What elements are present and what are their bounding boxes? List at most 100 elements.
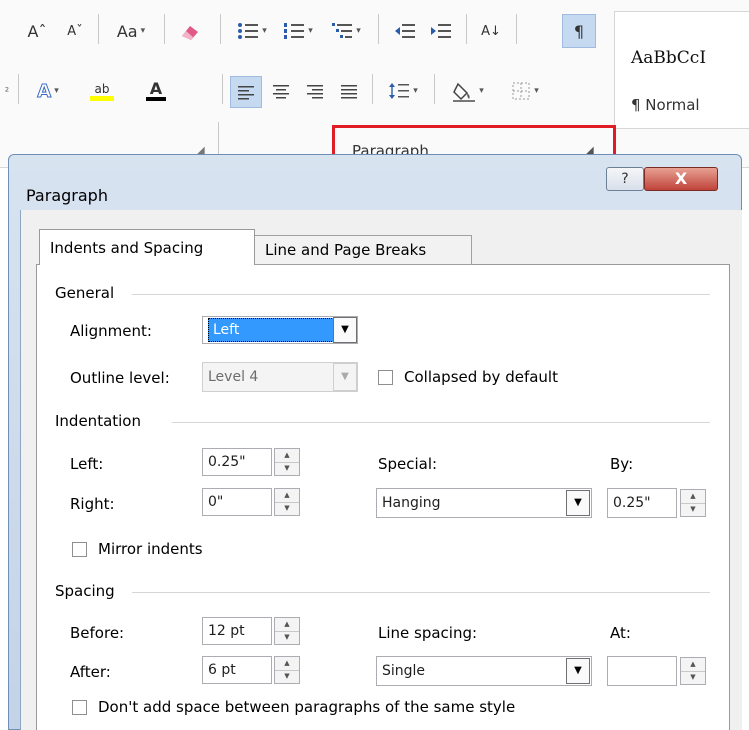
shrink-font-button[interactable]: Aˇ	[60, 16, 90, 46]
shading-button[interactable]: ▾	[442, 76, 494, 106]
chevron-down-icon[interactable]: ▼	[566, 490, 590, 516]
multilevel-list-icon	[332, 23, 353, 38]
increase-indent-button[interactable]	[424, 16, 458, 46]
spin-up-icon[interactable]: ▲	[275, 489, 299, 503]
numbering-icon	[284, 23, 305, 39]
spacing-after-label: After:	[70, 663, 111, 681]
chevron-down-icon[interactable]: ▼	[333, 317, 357, 343]
section-divider	[132, 294, 710, 295]
left-indent-value: 0.25"	[208, 454, 246, 470]
align-left-button[interactable]	[230, 76, 262, 108]
paint-bucket-icon	[453, 82, 476, 102]
spin-up-icon[interactable]: ▲	[681, 658, 705, 672]
tab-label: Indents and Spacing	[50, 238, 204, 257]
special-label: Special:	[378, 455, 438, 473]
spin-down-icon[interactable]: ▼	[275, 502, 299, 515]
change-case-button[interactable]: Aa ▾	[106, 16, 156, 46]
spin-down-icon[interactable]: ▼	[681, 671, 705, 684]
line-spacing-icon	[389, 83, 410, 99]
spin-up-icon[interactable]: ▲	[275, 449, 299, 463]
separator	[98, 14, 99, 44]
chevron-down-icon[interactable]: ▼	[566, 658, 590, 684]
numbering-button[interactable]: ▾	[276, 16, 320, 46]
separator	[372, 74, 373, 104]
mirror-indents-checkbox[interactable]	[72, 542, 87, 557]
dont-add-space-checkbox[interactable]	[72, 700, 87, 715]
font-color-swatch	[146, 97, 166, 101]
spin-down-icon[interactable]: ▼	[275, 462, 299, 475]
line-spacing-select[interactable]: Single	[376, 656, 592, 686]
spacing-before-label: Before:	[70, 624, 125, 642]
eraser-icon	[182, 26, 198, 40]
special-select[interactable]: Hanging	[376, 488, 592, 518]
at-input[interactable]	[607, 656, 677, 686]
right-indent-value: 0"	[208, 494, 224, 510]
separator	[466, 14, 467, 44]
help-button[interactable]: ?	[606, 167, 644, 191]
by-input[interactable]: 0.25"	[607, 488, 677, 518]
chevron-down-icon: ▾	[534, 86, 539, 96]
alignment-value: Left	[208, 318, 338, 342]
line-spacing-label: Line spacing:	[378, 624, 478, 642]
borders-button[interactable]: ▾	[500, 76, 550, 106]
decrease-indent-button[interactable]	[388, 16, 422, 46]
section-divider	[132, 592, 710, 593]
by-spinner[interactable]: ▲ ▼	[680, 489, 706, 517]
right-indent-label: Right:	[70, 495, 115, 513]
bullets-button[interactable]: ▾	[230, 16, 274, 46]
multilevel-list-button[interactable]: ▾	[322, 16, 370, 46]
close-button[interactable]: X	[644, 167, 718, 191]
align-center-button[interactable]	[266, 76, 296, 106]
align-left-icon	[238, 86, 254, 100]
line-spacing-button[interactable]: ▾	[380, 76, 426, 106]
help-icon: ?	[621, 171, 629, 187]
spin-down-icon[interactable]: ▼	[681, 503, 705, 516]
left-indent-input[interactable]: 0.25"	[202, 448, 272, 476]
right-indent-spinner[interactable]: ▲ ▼	[274, 488, 300, 516]
grow-font-button[interactable]: Aˆ	[22, 16, 52, 46]
sort-button[interactable]: A↓	[474, 16, 508, 46]
chevron-down-icon: ▾	[308, 26, 313, 36]
tab-label: Line and Page Breaks	[265, 241, 427, 259]
at-label: At:	[610, 624, 631, 642]
align-right-icon	[307, 85, 323, 99]
section-header-indentation: Indentation	[55, 412, 141, 430]
font-color-button[interactable]: A	[132, 76, 180, 106]
left-indent-label: Left:	[70, 455, 104, 473]
style-sample: AaBbCcI	[631, 48, 707, 68]
highlight-button[interactable]: ab	[76, 76, 128, 106]
spacing-after-spinner[interactable]: ▲ ▼	[274, 656, 300, 684]
show-formatting-marks-button[interactable]: ¶	[562, 14, 596, 48]
align-right-button[interactable]	[300, 76, 330, 106]
spin-down-icon[interactable]: ▼	[275, 670, 299, 683]
left-indent-spinner[interactable]: ▲ ▼	[274, 448, 300, 476]
borders-icon	[512, 82, 530, 100]
separator	[164, 14, 165, 44]
justify-button[interactable]	[334, 76, 364, 106]
tab-line-and-page-breaks[interactable]: Line and Page Breaks	[254, 235, 472, 265]
alignment-label: Alignment:	[70, 322, 152, 340]
by-label: By:	[610, 455, 634, 473]
spacing-before-input[interactable]: 12 pt	[202, 617, 272, 645]
right-indent-input[interactable]: 0"	[202, 488, 272, 516]
at-spinner[interactable]: ▲ ▼	[680, 657, 706, 685]
text-effects-button[interactable]: A ▾	[26, 76, 70, 106]
line-spacing-value: Single	[382, 663, 426, 679]
dialog-title: Paragraph	[26, 186, 108, 205]
outline-level-value: Level 4	[208, 369, 259, 385]
collapsed-by-default-checkbox[interactable]	[378, 370, 393, 385]
spacing-before-spinner[interactable]: ▲ ▼	[274, 617, 300, 645]
spin-down-icon[interactable]: ▼	[275, 631, 299, 644]
spin-up-icon[interactable]: ▲	[275, 657, 299, 671]
tab-indents-and-spacing[interactable]: Indents and Spacing	[39, 229, 255, 265]
section-header-general: General	[55, 284, 115, 302]
justify-icon	[341, 85, 357, 99]
special-value: Hanging	[382, 495, 441, 511]
text-effects-icon: A	[37, 80, 52, 102]
spin-up-icon[interactable]: ▲	[681, 490, 705, 504]
spacing-after-input[interactable]: 6 pt	[202, 656, 272, 684]
clear-formatting-button[interactable]	[172, 16, 208, 46]
style-gallery-item-normal[interactable]: AaBbCcI ¶ Normal	[614, 11, 749, 129]
font-color-icon: A	[149, 79, 163, 98]
spin-up-icon[interactable]: ▲	[275, 618, 299, 632]
